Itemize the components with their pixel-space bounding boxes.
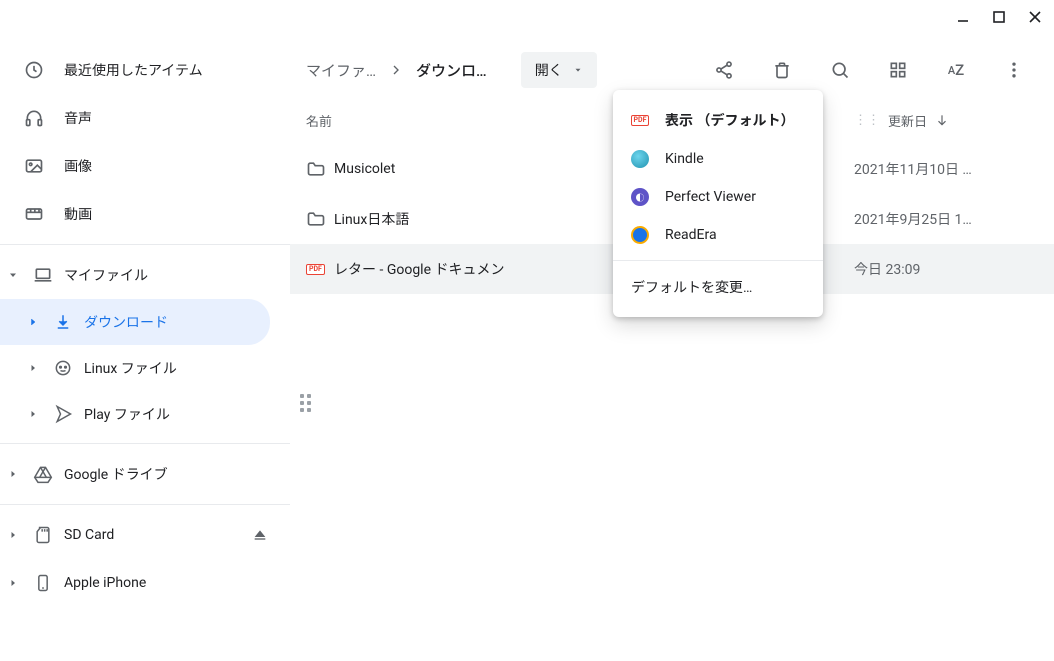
menu-label: 表示 （デフォルト） — [665, 110, 794, 130]
menu-label: Perfect Viewer — [665, 189, 756, 205]
sidebar-label: Linux ファイル — [84, 358, 177, 378]
sidebar: 最近使用したアイテム 音声 画像 動画 — [0, 40, 290, 661]
reorder-handle-icon[interactable]: ⋮⋮ — [854, 113, 880, 128]
drive-icon — [28, 464, 58, 484]
share-icon[interactable] — [712, 58, 736, 82]
file-date: 2021年11月10日 … — [854, 159, 1038, 179]
sidebar-label: ダウンロード — [84, 312, 168, 332]
dropdown-caret-icon — [573, 65, 583, 75]
chevron-right-icon — [24, 362, 42, 374]
chevron-down-icon — [4, 269, 22, 281]
folder-icon — [306, 209, 334, 229]
resize-handle[interactable] — [300, 394, 314, 412]
sidebar-item-myfiles[interactable]: マイファイル — [0, 251, 290, 299]
sidebar-item-play[interactable]: Play ファイル — [0, 391, 290, 437]
sidebar-label: Play ファイル — [84, 404, 170, 424]
perfect-viewer-app-icon: ◐ — [631, 188, 649, 206]
sidebar-label: SD Card — [64, 527, 114, 543]
menu-label: ReadEra — [665, 227, 717, 243]
sort-icon[interactable]: AZ — [944, 58, 968, 82]
more-icon[interactable] — [1002, 58, 1026, 82]
window-close[interactable] — [1024, 6, 1046, 28]
menu-label: Kindle — [665, 151, 704, 167]
open-with-menu: PDF 表示 （デフォルト） Kindle ◐ Perfect Viewer R… — [613, 90, 823, 317]
chevron-right-icon — [384, 62, 408, 78]
window-maximize[interactable] — [988, 6, 1010, 28]
sidebar-item-gdrive[interactable]: Google ドライブ — [0, 450, 290, 498]
breadcrumb-current[interactable]: ダウンロ… — [414, 56, 489, 85]
menu-item-change-default[interactable]: デフォルトを変更… — [613, 267, 823, 307]
sidebar-item-iphone[interactable]: Apple iPhone — [0, 559, 290, 607]
headphones-icon — [24, 108, 44, 128]
eject-icon[interactable] — [252, 527, 268, 543]
open-button[interactable]: 開く — [521, 52, 597, 88]
readera-app-icon — [631, 226, 649, 244]
sidebar-label: マイファイル — [64, 265, 148, 285]
pdf-icon: PDF — [306, 264, 334, 275]
sidebar-label: 最近使用したアイテム — [64, 60, 203, 80]
sidebar-item-downloads[interactable]: ダウンロード — [0, 299, 270, 345]
play-icon — [48, 404, 78, 424]
phone-icon — [28, 573, 58, 593]
search-icon[interactable] — [828, 58, 852, 82]
video-icon — [24, 204, 44, 224]
file-date: 今日 23:09 — [854, 259, 1038, 279]
sidebar-item-audio[interactable]: 音声 — [0, 94, 290, 142]
download-icon — [48, 313, 78, 331]
sidebar-label: Google ドライブ — [64, 464, 168, 484]
menu-label: デフォルトを変更… — [631, 277, 752, 297]
menu-item-kindle[interactable]: Kindle — [613, 140, 823, 178]
chevron-right-icon — [24, 408, 42, 420]
sidebar-label: 画像 — [64, 156, 92, 176]
menu-item-view-default[interactable]: PDF 表示 （デフォルト） — [613, 100, 823, 140]
clock-icon — [24, 60, 44, 80]
linux-icon — [48, 358, 78, 378]
folder-icon — [306, 159, 334, 179]
grid-view-icon[interactable] — [886, 58, 910, 82]
file-date: 2021年9月25日 1… — [854, 209, 1038, 229]
image-icon — [24, 156, 44, 176]
open-button-label: 開く — [535, 60, 563, 80]
divider — [0, 244, 290, 245]
sidebar-label: Apple iPhone — [64, 575, 146, 591]
breadcrumb-root[interactable]: マイファ… — [304, 56, 378, 85]
sidebar-item-sdcard[interactable]: SD Card — [0, 511, 290, 559]
divider — [0, 504, 290, 505]
kindle-app-icon — [631, 150, 649, 168]
delete-icon[interactable] — [770, 58, 794, 82]
sidebar-item-recent[interactable]: 最近使用したアイテム — [0, 46, 290, 94]
sidebar-item-linux[interactable]: Linux ファイル — [0, 345, 290, 391]
menu-item-readera[interactable]: ReadEra — [613, 216, 823, 254]
column-date[interactable]: ⋮⋮ 更新日 — [854, 111, 1038, 130]
chevron-right-icon — [4, 577, 22, 589]
sidebar-item-video[interactable]: 動画 — [0, 190, 290, 238]
sidebar-label: 動画 — [64, 204, 92, 224]
pdf-icon: PDF — [631, 111, 649, 129]
sidebar-label: 音声 — [64, 108, 92, 128]
laptop-icon — [28, 265, 58, 285]
chevron-right-icon — [4, 529, 22, 541]
sdcard-icon — [28, 525, 58, 545]
chevron-right-icon — [4, 468, 22, 480]
sort-desc-icon — [935, 113, 949, 127]
chevron-right-icon — [24, 316, 42, 328]
menu-item-perfect-viewer[interactable]: ◐ Perfect Viewer — [613, 178, 823, 216]
toolbar: マイファ… ダウンロ… 開く — [290, 44, 1054, 96]
sidebar-item-images[interactable]: 画像 — [0, 142, 290, 190]
window-minimize[interactable] — [952, 6, 974, 28]
menu-separator — [613, 260, 823, 261]
divider — [0, 443, 290, 444]
